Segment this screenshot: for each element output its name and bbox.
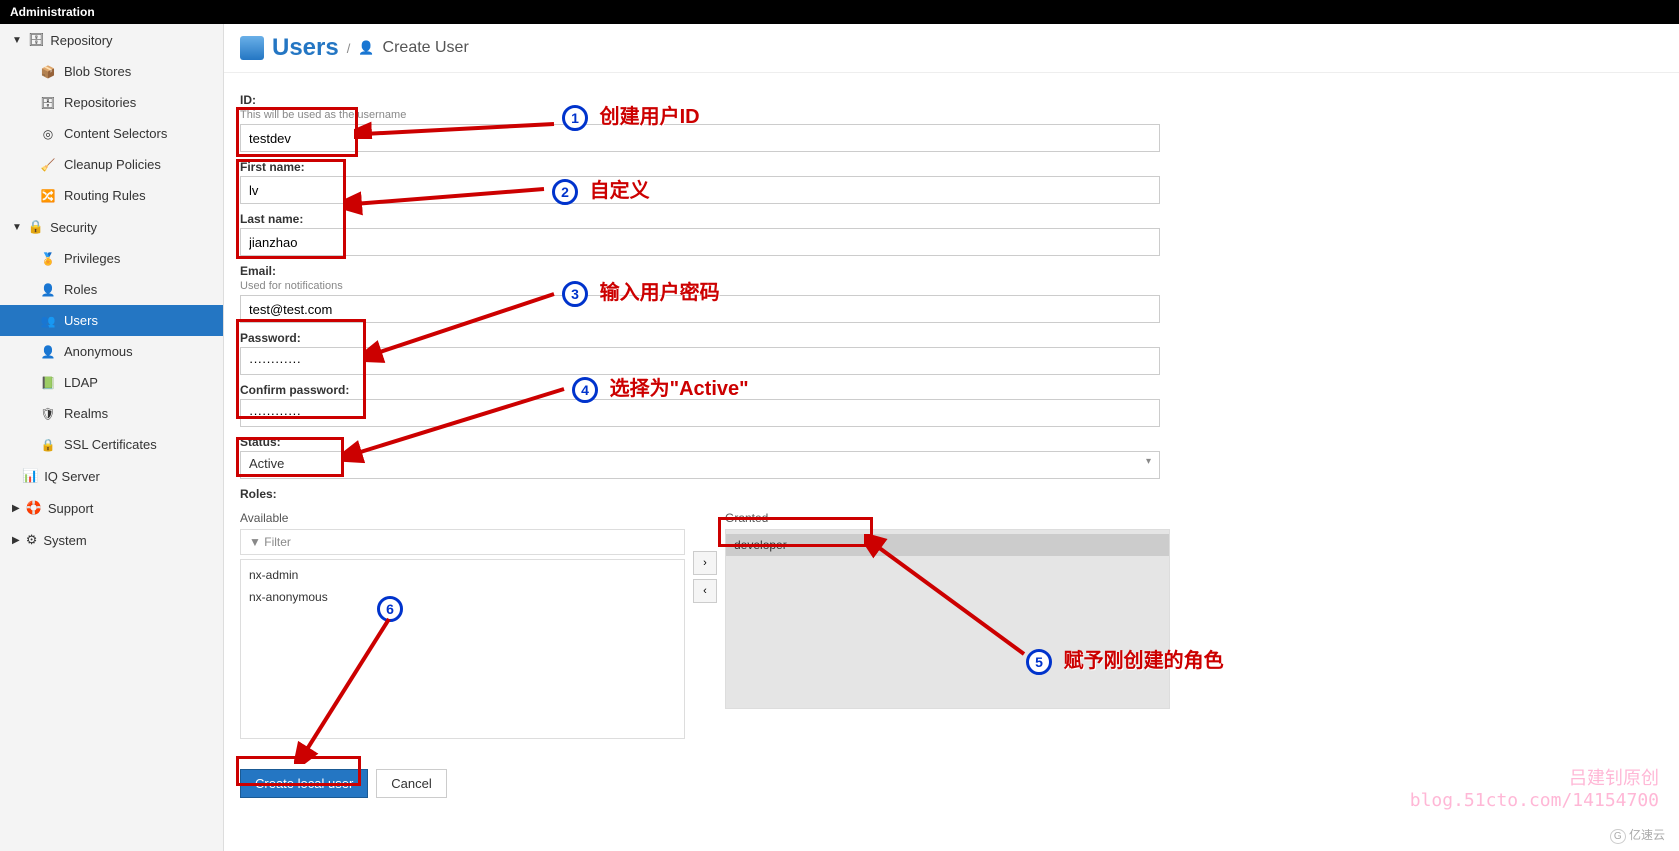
- granted-label: Granted: [725, 511, 1170, 525]
- anon-icon: 👤: [40, 345, 56, 359]
- sidebar-item-routing-rules[interactable]: 🔀Routing Rules: [0, 180, 223, 211]
- create-local-user-button[interactable]: Create local user: [240, 769, 368, 798]
- email-label: Email:: [240, 264, 1663, 278]
- topbar-title: Administration: [10, 5, 95, 19]
- roles-filter[interactable]: ▼ Filter: [240, 529, 685, 555]
- security-icon: 🔒: [28, 219, 44, 235]
- person-icon: 👤: [40, 283, 56, 297]
- sidebar-item-anonymous[interactable]: 👤Anonymous: [0, 336, 223, 367]
- chevron-down-icon: ▾: [1146, 456, 1151, 467]
- confirm-input[interactable]: [240, 399, 1160, 427]
- status-select[interactable]: Active ▾: [240, 451, 1160, 479]
- sidebar-item-ldap[interactable]: 📗LDAP: [0, 367, 223, 398]
- gear-icon: ⚙: [26, 532, 38, 548]
- role-item[interactable]: nx-anonymous: [241, 586, 684, 608]
- sidebar-item-repositories[interactable]: 🗄Repositories: [0, 87, 223, 118]
- caret-down-icon: ▼: [12, 222, 22, 233]
- db-icon: 🗄: [40, 96, 56, 110]
- lastname-input[interactable]: [240, 228, 1160, 256]
- sidebar-section-support[interactable]: ▶🛟Support: [0, 492, 223, 524]
- available-roles-list[interactable]: nx-admin nx-anonymous: [240, 559, 685, 739]
- confirm-label: Confirm password:: [240, 383, 1663, 397]
- book-icon: 📗: [40, 376, 56, 390]
- sidebar-item-realms[interactable]: 🛡Realms: [0, 398, 223, 429]
- iq-icon: 📊: [22, 468, 38, 484]
- topbar: Administration: [0, 0, 1679, 24]
- sidebar-item-privileges[interactable]: 🏅Privileges: [0, 243, 223, 274]
- sidebar-item-users[interactable]: 👥Users: [0, 305, 223, 336]
- repository-icon: 🗄: [28, 32, 45, 48]
- page-header: Users / 👤 Create User: [224, 24, 1679, 73]
- sidebar: ▼ 🗄 Repository 📦Blob Stores 🗄Repositorie…: [0, 24, 224, 851]
- sidebar-item-iq-server[interactable]: 📊IQ Server: [0, 460, 223, 492]
- support-icon: 🛟: [26, 500, 42, 516]
- sidebar-section-security[interactable]: ▼ 🔒 Security: [0, 211, 223, 243]
- breadcrumb: Create User: [383, 39, 469, 57]
- role-item[interactable]: developer: [726, 534, 1169, 556]
- move-left-button[interactable]: ‹: [693, 579, 717, 603]
- password-label: Password:: [240, 331, 1663, 345]
- shield-icon: 🛡: [40, 407, 56, 421]
- sidebar-item-content-selectors[interactable]: ◎Content Selectors: [0, 118, 223, 149]
- id-help: This will be used as the username: [240, 109, 1663, 121]
- cert-icon: 🔒: [40, 438, 56, 452]
- sidebar-item-blob-stores[interactable]: 📦Blob Stores: [0, 56, 223, 87]
- route-icon: 🔀: [40, 189, 56, 203]
- email-input[interactable]: [240, 295, 1160, 323]
- granted-roles-list[interactable]: developer: [725, 529, 1170, 709]
- create-user-form: ID: This will be used as the username Fi…: [224, 73, 1679, 818]
- caret-right-icon: ▶: [12, 535, 20, 546]
- id-label: ID:: [240, 93, 1663, 107]
- id-input[interactable]: [240, 124, 1160, 152]
- breadcrumb-sep: /: [347, 41, 351, 56]
- caret-down-icon: ▼: [12, 35, 22, 46]
- target-icon: ◎: [40, 127, 56, 141]
- badge-icon: 🏅: [40, 252, 56, 266]
- lastname-label: Last name:: [240, 212, 1663, 226]
- user-small-icon: 👤: [358, 40, 374, 56]
- role-item[interactable]: nx-admin: [241, 564, 684, 586]
- filter-icon: ▼: [249, 535, 261, 549]
- users-header-icon: [240, 36, 264, 60]
- available-label: Available: [240, 511, 685, 525]
- blob-icon: 📦: [40, 65, 56, 79]
- password-input[interactable]: [240, 347, 1160, 375]
- firstname-label: First name:: [240, 160, 1663, 174]
- move-right-button[interactable]: ›: [693, 551, 717, 575]
- sidebar-section-repository[interactable]: ▼ 🗄 Repository: [0, 24, 223, 56]
- caret-right-icon: ▶: [12, 503, 20, 514]
- broom-icon: 🧹: [40, 158, 56, 172]
- firstname-input[interactable]: [240, 176, 1160, 204]
- cancel-button[interactable]: Cancel: [376, 769, 446, 798]
- page-title: Users: [272, 34, 339, 62]
- sidebar-item-cleanup-policies[interactable]: 🧹Cleanup Policies: [0, 149, 223, 180]
- status-label: Status:: [240, 435, 1663, 449]
- sidebar-section-system[interactable]: ▶⚙System: [0, 524, 223, 556]
- sidebar-item-roles[interactable]: 👤Roles: [0, 274, 223, 305]
- main-content: Users / 👤 Create User ID: This will be u…: [224, 24, 1679, 851]
- users-icon: 👥: [40, 314, 56, 328]
- roles-label: Roles:: [240, 487, 1663, 501]
- email-help: Used for notifications: [240, 280, 1663, 292]
- sidebar-item-ssl[interactable]: 🔒SSL Certificates: [0, 429, 223, 460]
- brand-label: G 亿速云: [1610, 826, 1665, 843]
- status-value: Active: [249, 456, 284, 471]
